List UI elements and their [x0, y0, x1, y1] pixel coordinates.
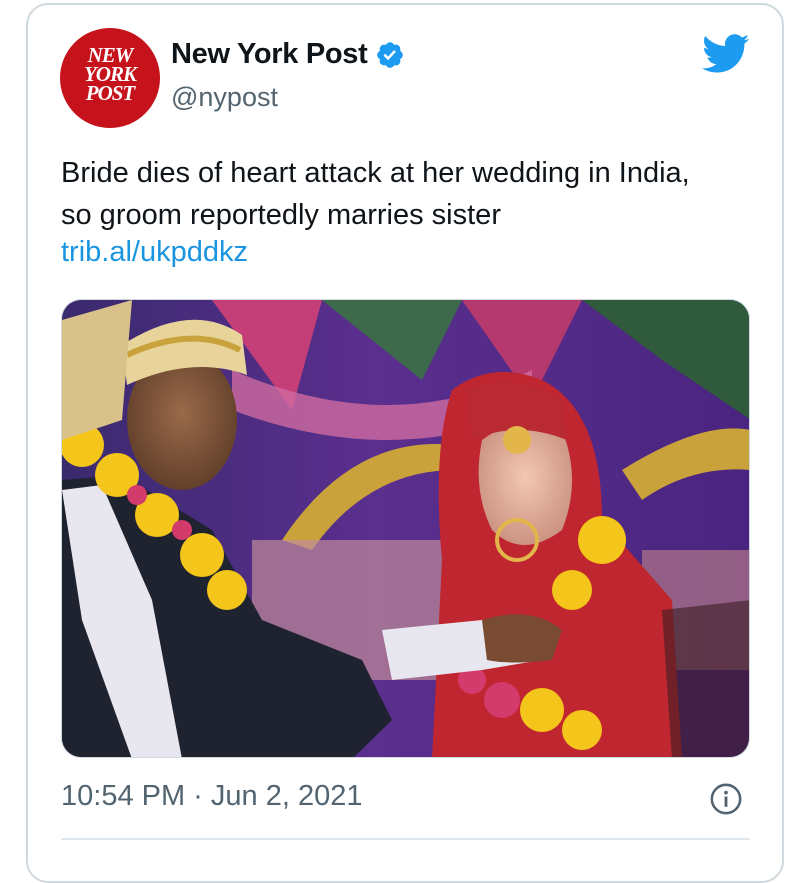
twitter-bird-icon[interactable] [702, 34, 750, 74]
display-name[interactable]: New York Post [171, 38, 368, 71]
tweet-link[interactable]: trib.al/ukpddkz [61, 236, 248, 269]
wedding-photo [62, 300, 749, 757]
account-handle[interactable]: @nypost [171, 82, 278, 113]
tweet-divider [61, 838, 750, 840]
avatar-logo-line: POST [85, 81, 136, 105]
avatar[interactable]: NEW YORK POST [60, 28, 160, 128]
tweet-text-line: Bride dies of heart attack at her weddin… [61, 157, 690, 189]
tweet-media-image[interactable] [61, 299, 750, 758]
author-name-row[interactable]: New York Post [171, 38, 405, 71]
verified-badge-icon [377, 41, 404, 68]
avatar-logo-text: NEW YORK POST [60, 45, 160, 105]
tweet-text-line: so groom reportedly marries sister [61, 199, 501, 231]
tweet-text: Bride dies of heart attack at her weddin… [61, 152, 761, 236]
tweet-timestamp[interactable]: 10:54 PM · Jun 2, 2021 [61, 780, 362, 813]
info-icon[interactable] [709, 782, 743, 816]
